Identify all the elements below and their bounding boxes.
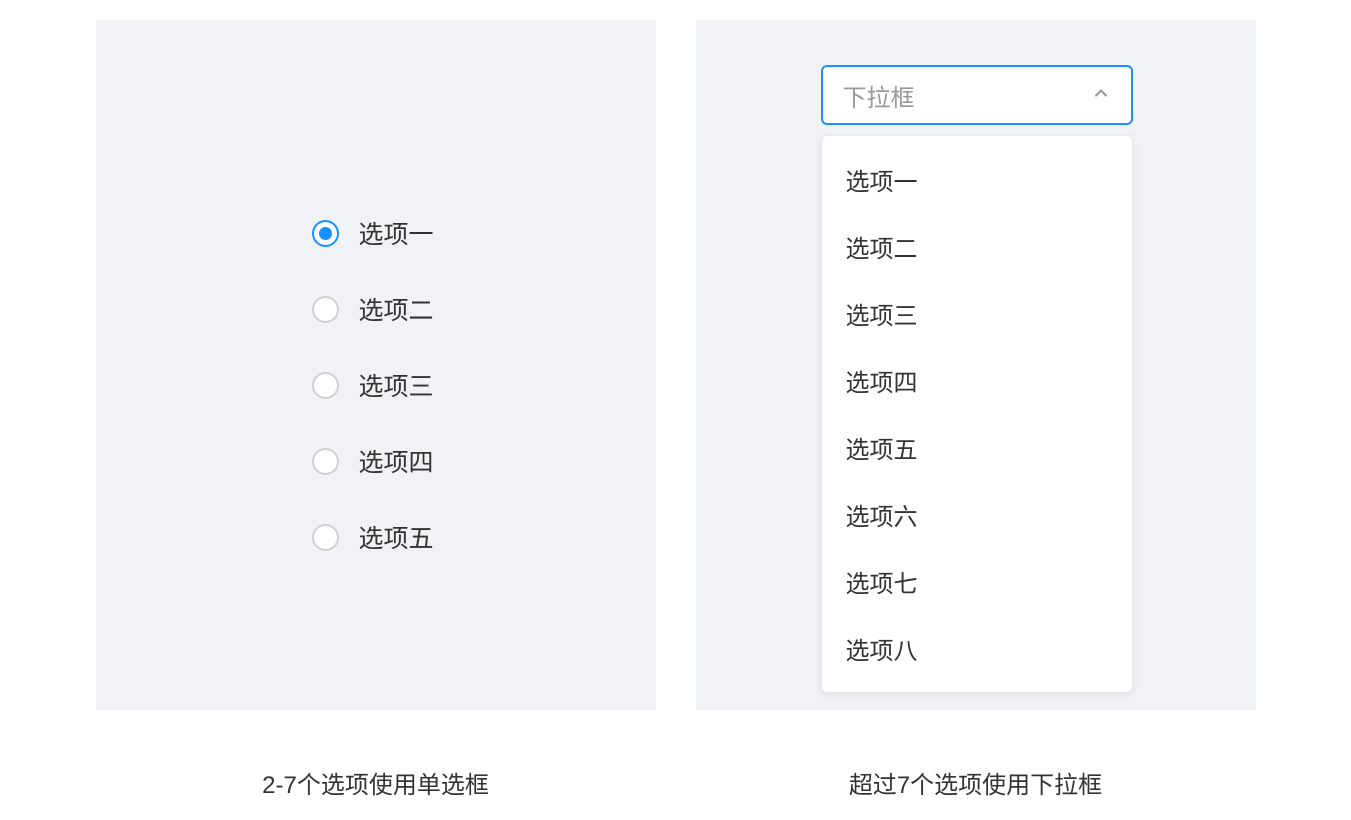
dropdown-panel: 下拉框 选项一 选项二 选项三 选项四 选项五 选项六 选项七 选项八 [696,20,1256,710]
dropdown-option-4[interactable]: 选项四 [822,347,1132,414]
radio-label: 选项三 [359,367,434,403]
radio-dot-icon [319,227,332,240]
radio-circle-icon [312,524,339,551]
dropdown-trigger[interactable]: 下拉框 [821,65,1133,125]
dropdown-option-8[interactable]: 选项八 [822,615,1132,682]
radio-label: 选项五 [359,519,434,555]
dropdown-menu: 选项一 选项二 选项三 选项四 选项五 选项六 选项七 选项八 [821,135,1133,693]
radio-circle-icon [312,220,339,247]
radio-panel-caption: 2-7个选项使用单选框 [262,765,489,800]
dropdown-option-6[interactable]: 选项六 [822,481,1132,548]
radio-label: 选项四 [359,443,434,479]
dropdown-option-7[interactable]: 选项七 [822,548,1132,615]
radio-label: 选项一 [359,215,434,251]
radio-option-1[interactable]: 选项一 [312,215,434,251]
radio-panel: 选项一 选项二 选项三 选项四 选项五 [96,20,656,710]
dropdown-placeholder: 下拉框 [843,78,915,113]
dropdown-option-1[interactable]: 选项一 [822,146,1132,213]
dropdown-option-5[interactable]: 选项五 [822,414,1132,481]
radio-option-3[interactable]: 选项三 [312,367,434,403]
radio-circle-icon [312,296,339,323]
chevron-up-icon [1091,83,1111,108]
dropdown-panel-caption: 超过7个选项使用下拉框 [849,765,1102,800]
radio-circle-icon [312,372,339,399]
dropdown-option-2[interactable]: 选项二 [822,213,1132,280]
radio-group: 选项一 选项二 选项三 选项四 选项五 [312,215,434,555]
radio-circle-icon [312,448,339,475]
radio-option-4[interactable]: 选项四 [312,443,434,479]
radio-label: 选项二 [359,291,434,327]
radio-option-2[interactable]: 选项二 [312,291,434,327]
radio-option-5[interactable]: 选项五 [312,519,434,555]
dropdown-option-3[interactable]: 选项三 [822,280,1132,347]
